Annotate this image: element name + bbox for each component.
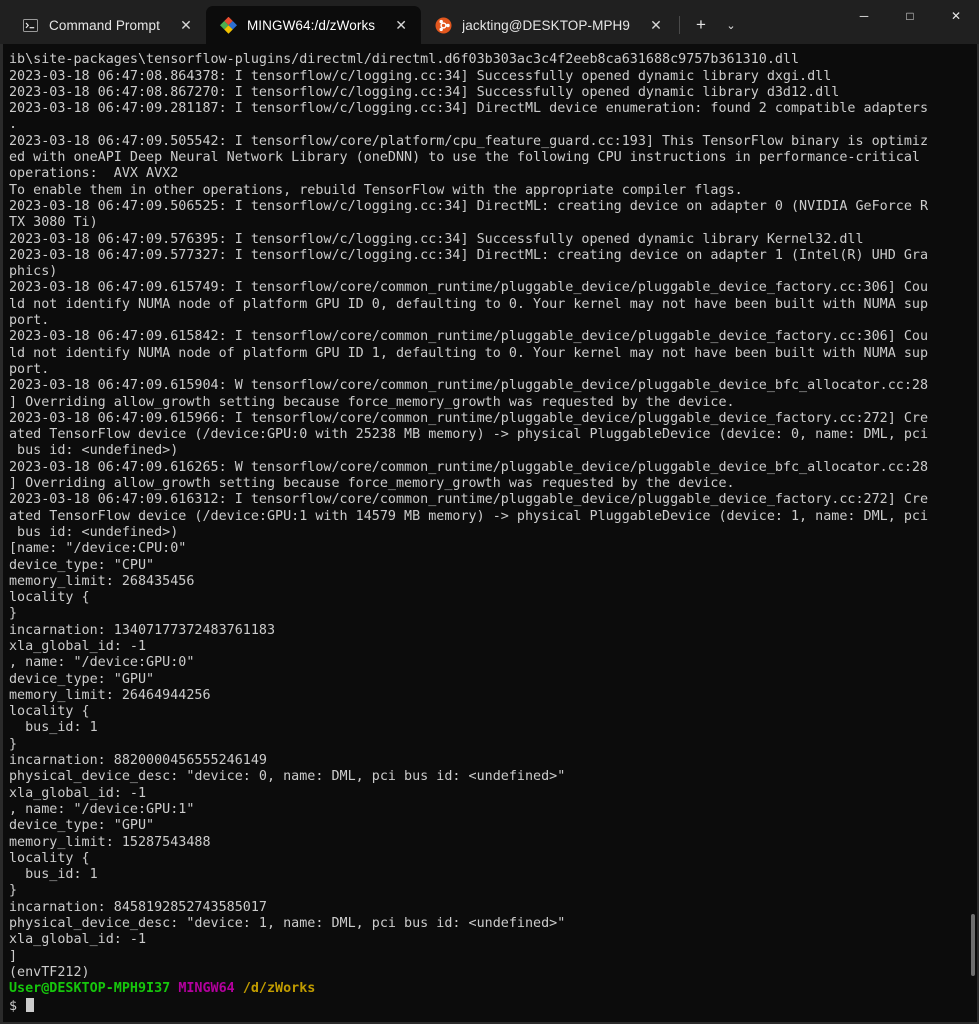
terminal-line: bus_id: 1: [9, 720, 98, 736]
terminal-line: 2023-03-18 06:47:08.867270: I tensorflow…: [9, 84, 840, 100]
terminal-line: locality {: [9, 590, 90, 606]
terminal-line: bus id: <undefined>): [9, 524, 179, 540]
tab-command-prompt[interactable]: Command Prompt ✕: [8, 6, 206, 44]
terminal-output[interactable]: ib\site-packages\tensorflow-plugins/dire…: [3, 50, 971, 1024]
close-icon[interactable]: ✕: [172, 11, 200, 39]
tab-strip: Command Prompt ✕ MINGW64:/d/zWorks ✕ jac…: [0, 0, 745, 44]
terminal-pane[interactable]: ib\site-packages\tensorflow-plugins/dire…: [0, 44, 979, 1024]
terminal-line: TX 3080 Ti): [9, 215, 98, 231]
terminal-line: physical_device_desc: "device: 1, name: …: [9, 916, 566, 932]
command-input-line[interactable]: $: [9, 997, 971, 1014]
terminal-line: operations: AVX AVX2: [9, 166, 179, 182]
tabbar-divider: [679, 16, 681, 34]
terminal-line: ated TensorFlow device (/device:GPU:0 wi…: [9, 427, 929, 443]
terminal-line: 2023-03-18 06:47:09.577327: I tensorflow…: [9, 247, 929, 263]
tab-mingw64[interactable]: MINGW64:/d/zWorks ✕: [205, 6, 422, 44]
terminal-line: .: [9, 117, 18, 133]
close-icon[interactable]: ✕: [387, 11, 415, 39]
prompt-user-host: User@DESKTOP-MPH9I37: [9, 981, 171, 997]
terminal-line: ld not identify NUMA node of platform GP…: [9, 296, 929, 312]
terminal-line: ated TensorFlow device (/device:GPU:1 wi…: [9, 508, 929, 524]
terminal-line: locality {: [9, 704, 90, 720]
terminal-line: }: [9, 606, 18, 622]
terminal-line: 2023-03-18 06:47:09.616265: W tensorflow…: [9, 459, 929, 475]
close-icon[interactable]: ✕: [642, 11, 670, 39]
prompt-symbol: $: [9, 998, 26, 1014]
tab-label: Command Prompt: [49, 17, 160, 33]
tab-label: MINGW64:/d/zWorks: [246, 17, 376, 33]
terminal-line: (envTF212): [9, 964, 90, 980]
terminal-line: 2023-03-18 06:47:09.281187: I tensorflow…: [9, 101, 929, 117]
git-bash-icon: [219, 16, 237, 34]
terminal-line: 2023-03-18 06:47:09.506525: I tensorflow…: [9, 198, 929, 214]
terminal-line: memory_limit: 15287543488: [9, 834, 211, 850]
terminal-line: 2023-03-18 06:47:09.615904: W tensorflow…: [9, 378, 929, 394]
terminal-line: incarnation: 13407177372483761183: [9, 622, 276, 638]
tab-label: jackting@DESKTOP-MPH9: [462, 17, 631, 33]
terminal-line: ed with oneAPI Deep Neural Network Libra…: [9, 150, 920, 166]
terminal-window: Command Prompt ✕ MINGW64:/d/zWorks ✕ jac…: [0, 0, 979, 1024]
terminal-line: xla_global_id: -1: [9, 932, 147, 948]
terminal-line: memory_limit: 268435456: [9, 573, 195, 589]
terminal-line: ] Overriding allow_growth setting becaus…: [9, 476, 735, 492]
text-cursor: [26, 997, 35, 1012]
terminal-line: bus id: <undefined>): [9, 443, 179, 459]
terminal-line: 2023-03-18 06:47:09.615842: I tensorflow…: [9, 329, 929, 345]
terminal-line: device_type: "GPU": [9, 671, 155, 687]
chevron-down-icon[interactable]: ⌄: [717, 9, 745, 41]
terminal-line: ib\site-packages\tensorflow-plugins/dire…: [9, 52, 800, 68]
window-controls: ─ □ ✕: [841, 0, 979, 44]
terminal-line: phics): [9, 264, 58, 280]
terminal-line: xla_global_id: -1: [9, 638, 147, 654]
command-prompt-icon: [22, 17, 39, 34]
terminal-line: 2023-03-18 06:47:08.864378: I tensorflow…: [9, 68, 832, 84]
terminal-line: , name: "/device:GPU:1": [9, 801, 195, 817]
prompt-shell: MINGW64: [178, 981, 235, 997]
terminal-line: port.: [9, 313, 50, 329]
prompt-path: /d/zWorks: [242, 981, 316, 997]
terminal-line: 2023-03-18 06:47:09.616312: I tensorflow…: [9, 492, 929, 508]
terminal-line: device_type: "CPU": [9, 557, 155, 573]
terminal-line: port.: [9, 361, 50, 377]
terminal-line: To enable them in other operations, rebu…: [9, 182, 743, 198]
terminal-line: 2023-03-18 06:47:09.505542: I tensorflow…: [9, 133, 929, 149]
terminal-line: memory_limit: 26464944256: [9, 687, 211, 703]
terminal-line: , name: "/device:GPU:0": [9, 655, 195, 671]
terminal-line: }: [9, 883, 18, 899]
shell-prompt-line: User@DESKTOP-MPH9I37 MINGW64 /d/zWorks: [9, 981, 971, 997]
scrollbar-thumb[interactable]: [971, 914, 975, 976]
titlebar-drag-region: [745, 0, 841, 44]
terminal-line: 2023-03-18 06:47:09.615966: I tensorflow…: [9, 410, 929, 426]
terminal-line: bus_id: 1: [9, 867, 98, 883]
ubuntu-icon: [435, 17, 452, 34]
terminal-line: xla_global_id: -1: [9, 785, 147, 801]
tab-ubuntu[interactable]: jackting@DESKTOP-MPH9 ✕: [421, 6, 676, 44]
terminal-line: 2023-03-18 06:47:09.576395: I tensorflow…: [9, 231, 864, 247]
terminal-line: }: [9, 736, 18, 752]
terminal-line: device_type: "GPU": [9, 818, 155, 834]
terminal-line: incarnation: 8820000456555246149: [9, 753, 267, 769]
terminal-line: physical_device_desc: "device: 0, name: …: [9, 769, 566, 785]
title-bar: Command Prompt ✕ MINGW64:/d/zWorks ✕ jac…: [0, 0, 979, 44]
terminal-line: [name: "/device:CPU:0": [9, 541, 187, 557]
new-tab-button[interactable]: +: [685, 9, 717, 41]
terminal-line: incarnation: 8458192852743585017: [9, 899, 267, 915]
maximize-button[interactable]: □: [887, 0, 933, 32]
terminal-line: ld not identify NUMA node of platform GP…: [9, 345, 929, 361]
terminal-line: ] Overriding allow_growth setting becaus…: [9, 394, 735, 410]
terminal-line: locality {: [9, 850, 90, 866]
close-button[interactable]: ✕: [933, 0, 979, 32]
terminal-line: ]: [9, 948, 18, 964]
terminal-line: 2023-03-18 06:47:09.615749: I tensorflow…: [9, 280, 929, 296]
minimize-button[interactable]: ─: [841, 0, 887, 32]
